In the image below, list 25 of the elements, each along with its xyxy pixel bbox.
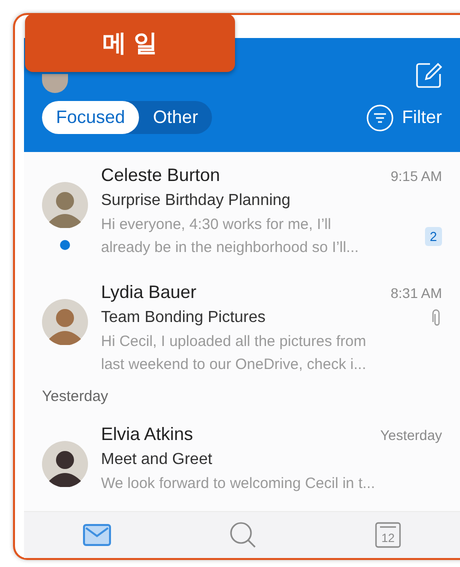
mail-tab-icon[interactable] [83,524,111,546]
message-subject: Surprise Birthday Planning [101,191,290,211]
date-heading: Yesterday [41,387,110,407]
inbox-tab[interactable]: Focused [42,101,140,134]
sender-name: Elvia Atkins [101,423,194,446]
compose-icon[interactable] [416,62,442,88]
thread-count: 2 [424,226,442,246]
filter-icon [366,104,394,132]
message-subject: Team Bonding Pictures [101,308,266,328]
message-time: 9:15 AM [390,168,442,184]
message-preview: Hi Cecil, I uploaded all the pictures from [101,332,366,352]
message-time: Yesterday [380,427,442,443]
inbox-tab[interactable]: Other [139,101,212,134]
sender-name: Lydia Bauer [101,281,196,304]
message-preview: last weekend to our OneDrive, check i... [101,355,366,375]
message-preview: Hi everyone, 4:30 works for me, I’ll [101,215,332,235]
sender-name: Celeste Burton [101,164,220,187]
calendar-tab-icon[interactable]: 12 [375,522,401,548]
message-preview: We look forward to welcoming Cecil in t... [101,474,375,494]
message-time: 8:31 AM [390,285,442,301]
mail-label: 메 일 [25,14,235,72]
message-preview: already be in the neighborhood so I’ll... [101,238,359,258]
search-tab-icon[interactable] [229,521,257,549]
message-subject: Meet and Greet [101,450,212,470]
filter-button[interactable]: Filter [366,104,442,132]
